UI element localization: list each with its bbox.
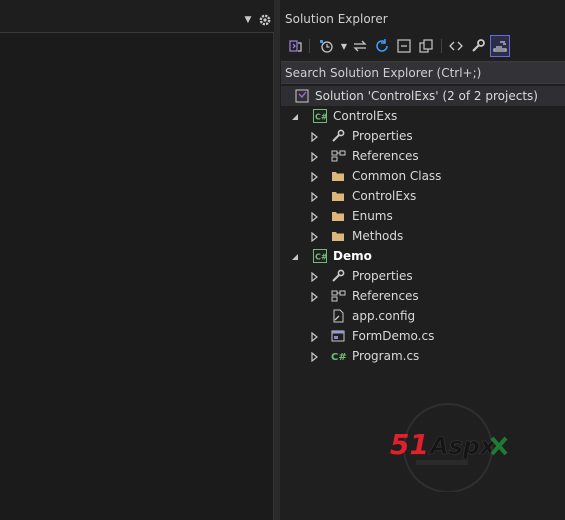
tree-item-label: Properties (352, 129, 413, 143)
folder-icon (331, 229, 345, 243)
config-file-icon (331, 309, 345, 323)
tree-item-file[interactable]: app.config (281, 306, 565, 326)
collapsed-arrow-icon[interactable] (309, 291, 319, 303)
tree-item-folder[interactable]: ControlExs (281, 186, 565, 206)
collapsed-arrow-icon[interactable] (309, 151, 319, 163)
tree-item-label: References (352, 149, 419, 163)
tree-item-file[interactable]: FormDemo.cs (281, 326, 565, 346)
view-code-icon[interactable] (447, 36, 465, 56)
tree-item-label: Properties (352, 269, 413, 283)
preview-selected-items-icon[interactable] (490, 35, 510, 57)
dropdown-arrow-icon[interactable]: ▼ (242, 14, 254, 26)
project-label: Demo (333, 249, 372, 263)
editor-pane (0, 33, 274, 520)
solution-label: Solution 'ControlExs' (2 of 2 projects) (315, 89, 538, 103)
panel-title: Solution Explorer (285, 12, 388, 26)
tree-item-label: Common Class (352, 169, 442, 183)
tree-item-label: Program.cs (352, 349, 420, 363)
tree-item-label: FormDemo.cs (352, 329, 435, 343)
tree-item-label: Methods (352, 229, 404, 243)
panel-splitter[interactable] (274, 0, 280, 520)
tree-item-folder[interactable]: Common Class (281, 166, 565, 186)
watermark-number: 51 (390, 428, 429, 461)
collapsed-arrow-icon[interactable] (309, 351, 319, 363)
properties-wrench-icon[interactable] (469, 36, 487, 56)
csharp-file-icon: C# (331, 349, 347, 363)
tree-item-folder[interactable]: Enums (281, 206, 565, 226)
expanded-arrow-icon[interactable] (290, 111, 300, 121)
svg-text:C#: C# (315, 113, 327, 122)
show-all-files-icon[interactable] (417, 36, 435, 56)
tree-item-label: app.config (352, 309, 416, 323)
watermark-logo: 51 Aspx (388, 402, 512, 493)
folder-icon (331, 189, 345, 203)
folder-icon (331, 169, 345, 183)
search-box[interactable] (281, 61, 565, 84)
pending-changes-filter-icon[interactable] (317, 36, 335, 56)
csharp-project-icon: C# (313, 109, 328, 123)
collapsed-arrow-icon[interactable] (309, 211, 319, 223)
search-input[interactable] (285, 64, 555, 81)
solution-explorer-toolbar: ▼ (281, 34, 565, 58)
solution-node[interactable]: Solution 'ControlExs' (2 of 2 projects) (281, 86, 565, 106)
tree-item-references[interactable]: References (281, 286, 565, 306)
form-icon (331, 329, 345, 343)
svg-text:C#: C# (331, 352, 347, 363)
project-label: ControlExs (333, 109, 398, 123)
project-node[interactable]: C# Demo (281, 246, 565, 266)
tree-item-references[interactable]: References (281, 146, 565, 166)
collapse-all-icon[interactable] (395, 36, 413, 56)
tree-item-label: Enums (352, 209, 393, 223)
wrench-icon (331, 129, 345, 143)
sync-active-document-icon[interactable] (351, 36, 369, 56)
tree-item-properties[interactable]: Properties (281, 266, 565, 286)
collapsed-arrow-icon[interactable] (309, 331, 319, 343)
collapsed-arrow-icon[interactable] (309, 131, 319, 143)
wrench-icon (331, 269, 345, 283)
gear-icon[interactable] (258, 12, 272, 26)
references-icon (331, 289, 346, 303)
svg-text:C#: C# (315, 253, 327, 262)
collapsed-arrow-icon[interactable] (309, 191, 319, 203)
collapsed-arrow-icon[interactable] (309, 231, 319, 243)
refresh-icon[interactable] (373, 36, 391, 56)
project-node[interactable]: C# ControlExs (281, 106, 565, 126)
tree-item-label: ControlExs (352, 189, 417, 203)
expanded-arrow-icon[interactable] (290, 251, 300, 261)
tree-item-label: References (352, 289, 419, 303)
csharp-project-icon: C# (313, 249, 328, 263)
collapsed-arrow-icon[interactable] (309, 271, 319, 283)
collapsed-arrow-icon[interactable] (309, 171, 319, 183)
solution-icon (295, 89, 309, 103)
references-icon (331, 149, 346, 163)
folder-icon (331, 209, 345, 223)
tree-item-properties[interactable]: Properties (281, 126, 565, 146)
editor-tab-strip: ▼ (0, 0, 275, 33)
tree-item-file[interactable]: C# Program.cs (281, 346, 565, 366)
tree-item-folder[interactable]: Methods (281, 226, 565, 246)
watermark-brand: Aspx (428, 432, 497, 460)
home-icon[interactable] (286, 36, 304, 56)
